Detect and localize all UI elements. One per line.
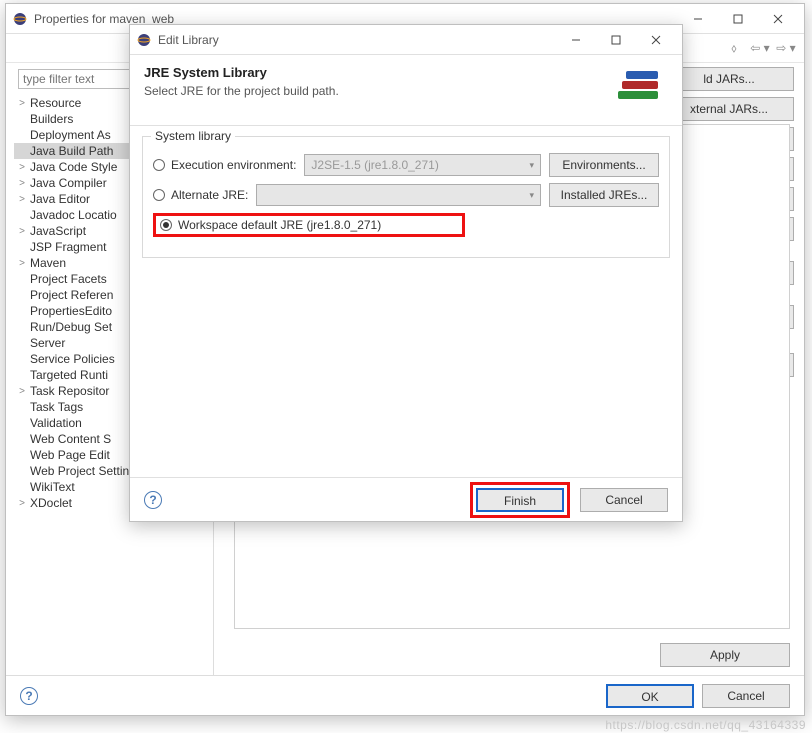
tree-item-label: Targeted Runti [30,368,108,382]
chevron-right-icon [16,402,28,413]
group-title: System library [151,129,235,143]
modal-close-button[interactable] [636,26,676,54]
chevron-right-icon [16,354,28,365]
watermark: https://blog.csdn.net/qq_43164339 [605,718,806,732]
exec-env-radio[interactable]: Execution environment: [153,158,296,172]
chevron-right-icon [16,482,28,493]
tree-item-label: Validation [30,416,82,430]
tree-item-label: Java Build Path [30,144,113,158]
chevron-right-icon [16,322,28,333]
tree-item-label: Task Repositor [30,384,109,398]
tree-item-label: Java Code Style [30,160,117,174]
tree-item-label: Web Project Settings [30,464,142,478]
maximize-button[interactable] [718,5,758,33]
chevron-right-icon [16,242,28,253]
tree-item-label: Maven [30,256,66,270]
tree-item-label: PropertiesEdito [30,304,112,318]
modal-titlebar[interactable]: Edit Library [130,25,682,55]
tree-item-label: Resource [30,96,81,110]
tree-item-label: Service Policies [30,352,115,366]
chevron-right-icon [16,146,28,157]
chevron-right-icon [16,466,28,477]
exec-env-combo[interactable]: J2SE-1.5 (jre1.8.0_271)▾ [304,154,541,176]
finish-button[interactable]: Finish [476,488,564,512]
modal-title: Edit Library [158,33,556,47]
tree-item-label: WikiText [30,480,75,494]
chevron-right-icon: > [16,386,28,397]
modal-help-icon[interactable]: ? [144,491,162,509]
eclipse-icon [12,11,28,27]
help-icon[interactable]: ? [20,687,38,705]
ok-button[interactable]: OK [606,684,694,708]
modal-cancel-button[interactable]: Cancel [580,488,668,512]
minimize-button[interactable] [678,5,718,33]
chevron-right-icon: > [16,178,28,189]
chevron-right-icon: > [16,258,28,269]
tree-item-label: Java Compiler [30,176,107,190]
books-icon [612,65,668,111]
nav-back-icon[interactable]: ⇦ ▾ [748,38,772,58]
tree-item-label: Task Tags [30,400,83,414]
tree-item-label: JavaScript [30,224,86,238]
tree-item-label: Run/Debug Set [30,320,112,334]
tree-item-label: XDoclet [30,496,72,510]
chevron-right-icon [16,370,28,381]
apply-button[interactable]: Apply [660,643,790,667]
workspace-default-radio[interactable]: Workspace default JRE (jre1.8.0_271) [160,218,381,232]
chevron-right-icon [16,114,28,125]
tree-item-label: Web Page Edit [30,448,110,462]
alternate-jre-radio[interactable]: Alternate JRE: [153,188,248,202]
cancel-button[interactable]: Cancel [702,684,790,708]
chevron-right-icon [16,418,28,429]
chevron-right-icon [16,306,28,317]
chevron-right-icon [16,450,28,461]
modal-heading: JRE System Library [144,65,612,80]
tree-item-label: JSP Fragment [30,240,106,254]
alternate-jre-combo[interactable]: ▾ [256,184,541,206]
nav-fwd-icon[interactable]: ⇨ ▾ [774,38,798,58]
modal-minimize-button[interactable] [556,26,596,54]
tree-item-label: Project Facets [30,272,107,286]
tree-item-label: Web Content S [30,432,111,446]
tree-item-label: Javadoc Locatio [30,208,117,222]
eclipse-icon [136,32,152,48]
side-button[interactable]: ld JARs... [664,67,794,91]
chevron-right-icon [16,210,28,221]
chevron-right-icon: > [16,226,28,237]
tree-item-label: Builders [30,112,73,126]
side-button[interactable]: xternal JARs... [664,97,794,121]
tree-item-label: Server [30,336,65,350]
chevron-right-icon [16,338,28,349]
installed-jres-button[interactable]: Installed JREs... [549,183,659,207]
system-library-group: System library Execution environment: J2… [142,136,670,258]
modal-maximize-button[interactable] [596,26,636,54]
tree-item-label: Deployment As [30,128,111,142]
chevron-right-icon: > [16,194,28,205]
back-button[interactable]: ⬨ [722,38,746,58]
environments-button[interactable]: Environments... [549,153,659,177]
chevron-right-icon [16,290,28,301]
modal-subtitle: Select JRE for the project build path. [144,84,612,98]
chevron-right-icon [16,274,28,285]
chevron-right-icon: > [16,162,28,173]
tree-item-label: Project Referen [30,288,113,302]
chevron-right-icon: > [16,498,28,509]
chevron-right-icon: > [16,98,28,109]
close-button[interactable] [758,5,798,33]
tree-item-label: Java Editor [30,192,90,206]
chevron-right-icon [16,434,28,445]
chevron-right-icon [16,130,28,141]
edit-library-dialog: Edit Library JRE System Library Select J… [129,24,683,522]
